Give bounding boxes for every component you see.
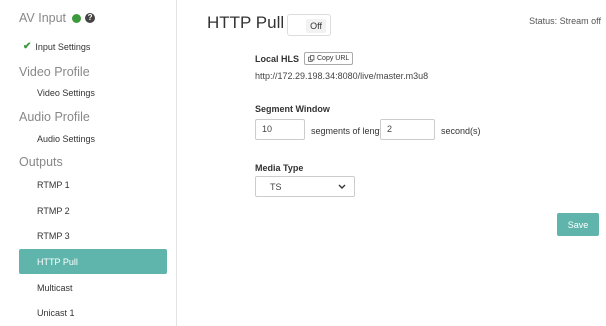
- sidebar-item-rtmp1[interactable]: RTMP 1: [19, 172, 167, 197]
- sidebar-item-multicast[interactable]: Multicast: [19, 275, 167, 300]
- main-panel: HTTP Pull Off Status: Stream off Local H…: [177, 0, 606, 326]
- enable-toggle[interactable]: Off: [287, 14, 331, 36]
- sidebar-item-rtmp3[interactable]: RTMP 3: [19, 223, 167, 248]
- sidebar-item-label: RTMP 1: [37, 179, 70, 190]
- sidebar-item-rtmp2[interactable]: RTMP 2: [19, 198, 167, 223]
- sidebar-item-label: Multicast: [37, 282, 73, 293]
- sidebar-item-label: RTMP 2: [37, 205, 70, 216]
- sidebar-item-label: RTMP 3: [37, 230, 70, 241]
- av-input-header: AV Input ?: [19, 11, 96, 25]
- segment-length-input[interactable]: 2: [380, 119, 435, 140]
- av-input-title: AV Input: [19, 11, 67, 25]
- sidebar-item-video-settings[interactable]: Video Settings: [19, 80, 167, 105]
- chevron-down-icon: [338, 184, 346, 189]
- audio-profile-header: Audio Profile: [19, 110, 90, 124]
- page-title: HTTP Pull: [207, 13, 285, 32]
- segment-window-label: Segment Window: [255, 104, 330, 114]
- video-profile-header: Video Profile: [19, 65, 90, 79]
- sidebar-item-input-settings[interactable]: ✔ Input Settings: [19, 34, 167, 59]
- segments-count-input[interactable]: 10: [255, 119, 305, 140]
- check-icon: ✔: [23, 41, 32, 52]
- media-type-label: Media Type: [255, 163, 304, 173]
- copy-url-label: Copy URL: [317, 55, 350, 62]
- segments-of-length-text: segments of length: [311, 126, 388, 136]
- sidebar-item-audio-settings[interactable]: Audio Settings: [19, 126, 167, 151]
- copy-url-button[interactable]: Copy URL: [304, 52, 354, 65]
- help-icon[interactable]: ?: [85, 13, 96, 23]
- status-dot-icon: [72, 13, 82, 23]
- seconds-text: second(s): [441, 126, 481, 136]
- toggle-label: Off: [306, 19, 326, 33]
- sidebar-item-unicast1[interactable]: Unicast 1: [19, 300, 167, 325]
- stream-status: Status: Stream off: [529, 16, 601, 26]
- sidebar-item-label: Audio Settings: [37, 133, 96, 144]
- media-type-value: TS: [270, 182, 282, 192]
- outputs-header: Outputs: [19, 155, 63, 169]
- toggle-knob: [290, 17, 304, 33]
- sidebar-item-label: HTTP Pull: [37, 256, 78, 267]
- save-button[interactable]: Save: [557, 213, 599, 236]
- sidebar-item-label: Input Settings: [35, 41, 91, 52]
- sidebar-item-http-pull[interactable]: HTTP Pull: [19, 249, 167, 274]
- hls-url: http://172.29.198.34:8080/live/master.m3…: [255, 71, 429, 81]
- sidebar-item-label: Video Settings: [37, 87, 95, 98]
- sidebar-item-label: Unicast 1: [37, 307, 75, 318]
- media-type-select[interactable]: TS: [255, 176, 355, 197]
- local-hls-label: Local HLS: [255, 54, 300, 64]
- sidebar: AV Input ? ✔ Input Settings Video Profil…: [0, 0, 177, 326]
- copy-icon: [308, 55, 315, 62]
